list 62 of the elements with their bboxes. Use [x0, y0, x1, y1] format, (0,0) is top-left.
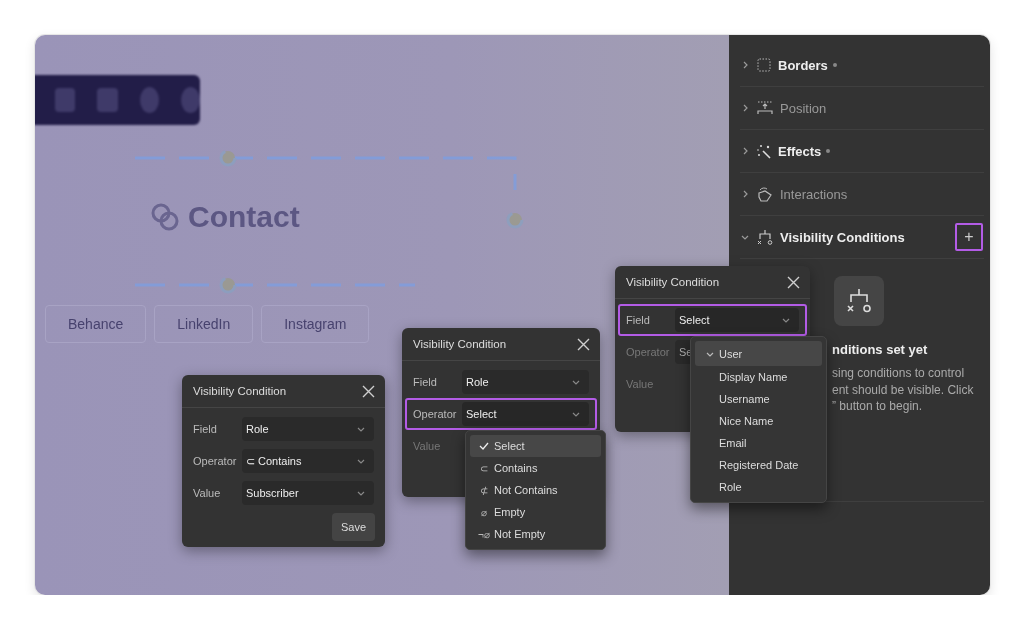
- magic-wand-icon: [756, 143, 772, 159]
- section-header[interactable]: Visibility Conditions +: [740, 216, 984, 259]
- field-label: Field: [412, 376, 438, 388]
- add-button[interactable]: +: [955, 223, 983, 251]
- check-icon: [479, 441, 489, 451]
- dialog-title: Visibility Condition: [193, 385, 287, 397]
- field-label: Operator: [625, 346, 671, 358]
- menu-item[interactable]: ⊂ Contains: [470, 457, 601, 479]
- operator-symbol: ⊂: [480, 462, 488, 474]
- select-field[interactable]: Select: [675, 308, 799, 332]
- close-icon[interactable]: [577, 337, 590, 351]
- section-title[interactable]: Effects: [778, 143, 822, 159]
- section-title[interactable]: Visibility Conditions: [780, 229, 905, 245]
- modified-dot: [826, 149, 831, 153]
- menu-item[interactable]: ¬⌀ Not Empty: [470, 523, 601, 545]
- border-icon: [756, 57, 772, 73]
- field-label: Value: [192, 487, 222, 499]
- select-field[interactable]: ⊂ Contains: [242, 449, 374, 473]
- operator-symbol: ⊄: [480, 484, 488, 496]
- menu-item[interactable]: ⌀ Empty: [470, 501, 601, 523]
- field-label: Value: [625, 378, 655, 390]
- empty-state-text: sing conditions to control ent should be visible. Click ” button to begin.: [832, 365, 975, 415]
- menu-group[interactable]: User: [695, 341, 822, 366]
- modified-dot: [832, 63, 837, 67]
- section-title[interactable]: Position: [780, 100, 827, 116]
- operator-symbol: ¬⌀: [478, 528, 490, 540]
- menu-item[interactable]: Email: [695, 432, 822, 454]
- section-title[interactable]: Borders: [778, 57, 828, 73]
- menu-item[interactable]: Role: [695, 476, 822, 498]
- section-header[interactable]: Effects: [740, 130, 984, 173]
- field-label: Field: [192, 423, 218, 435]
- contact-icon: [150, 202, 180, 232]
- field-label: Operator: [192, 455, 238, 467]
- close-icon[interactable]: [787, 275, 800, 289]
- pointer-icon: [756, 186, 774, 202]
- save-button[interactable]: Save: [331, 513, 375, 541]
- position-icon: [756, 100, 774, 116]
- menu-item[interactable]: ⊄ Not Contains: [470, 479, 601, 501]
- section-header[interactable]: Borders: [740, 44, 984, 87]
- branch-icon: [756, 229, 774, 245]
- dialog-title: Visibility Condition: [626, 276, 720, 288]
- select-field[interactable]: Select: [462, 402, 589, 426]
- menu-item[interactable]: Select: [470, 435, 601, 457]
- field-label: Operator: [412, 408, 458, 420]
- field-label: Field: [625, 314, 651, 326]
- section-header[interactable]: Interactions: [740, 173, 984, 216]
- menu-item[interactable]: Nice Name: [695, 410, 822, 432]
- menu-item[interactable]: Username: [695, 388, 822, 410]
- menu-item[interactable]: Registered Date: [695, 454, 822, 476]
- close-icon[interactable]: [362, 384, 375, 398]
- section-header[interactable]: Position: [740, 87, 984, 130]
- menu-item[interactable]: Display Name: [695, 366, 822, 388]
- branch-icon: [845, 287, 873, 315]
- select-field[interactable]: Role: [242, 417, 374, 441]
- operator-symbol: ⌀: [481, 506, 487, 518]
- field-label: Value: [412, 440, 442, 452]
- select-field[interactable]: Role: [462, 370, 589, 394]
- empty-state-title: nditions set yet: [832, 342, 929, 357]
- dialog-title: Visibility Condition: [413, 338, 507, 350]
- section-title[interactable]: Interactions: [780, 186, 848, 202]
- select-field[interactable]: Subscriber: [242, 481, 374, 505]
- heading: Contact: [188, 200, 300, 234]
